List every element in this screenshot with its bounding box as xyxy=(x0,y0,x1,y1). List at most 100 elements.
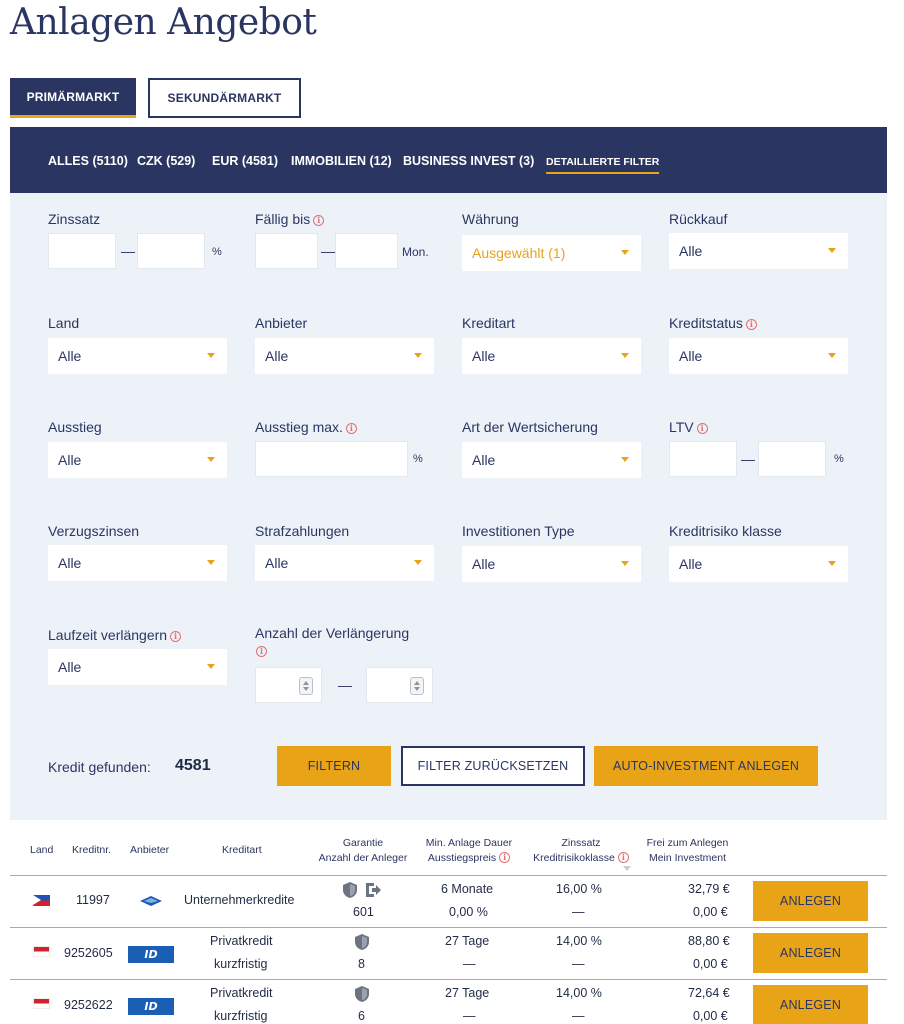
info-icon[interactable]: i xyxy=(313,215,325,226)
waehrung-value: Ausgewählt (1) xyxy=(472,245,566,261)
kreditart-select[interactable]: Alle xyxy=(462,338,641,374)
art-wertsicherung-value: Alle xyxy=(472,452,496,468)
laufzeit-verlaengern-select[interactable]: Alle xyxy=(48,649,227,685)
chevron-down-icon xyxy=(414,353,422,358)
row-divider xyxy=(10,927,887,928)
row-divider xyxy=(10,979,887,980)
column-header-garantie-line1: Garantie xyxy=(342,837,384,849)
kreditart-cell-line2: kurzfristig xyxy=(214,957,268,971)
waehrung-select[interactable]: Ausgewählt (1) xyxy=(462,235,641,271)
spinner-icon[interactable] xyxy=(299,677,313,695)
anbieter-select[interactable]: Alle xyxy=(255,338,434,374)
verzugszinsen-select[interactable]: Alle xyxy=(48,545,227,581)
anzahl-verlaengerung-min-input[interactable] xyxy=(255,667,322,703)
anleger-count: 601 xyxy=(353,905,374,919)
exit-icon xyxy=(366,883,381,897)
anbieter-value: Alle xyxy=(265,348,289,364)
chevron-down-icon xyxy=(621,457,629,462)
investitionen-type-label: Investitionen Type xyxy=(462,523,575,539)
land-select[interactable]: Alle xyxy=(48,338,227,374)
kreditnr-cell[interactable]: 11997 xyxy=(76,893,110,907)
kreditstatus-label: Kreditstatus i xyxy=(669,315,757,331)
kreditrisiko-klasse-select[interactable]: Alle xyxy=(669,546,848,582)
land-value: Alle xyxy=(58,348,82,364)
kreditstatus-select[interactable]: Alle xyxy=(669,338,848,374)
info-icon[interactable]: i xyxy=(499,852,511,863)
frei-cell: 72,64 € xyxy=(688,986,730,1000)
ltv-label: LTV i xyxy=(669,419,708,435)
anlegen-button[interactable]: ANLEGEN xyxy=(753,881,868,921)
zinssatz-unit: % xyxy=(212,246,222,258)
info-icon[interactable]: i xyxy=(170,631,182,642)
info-icon[interactable]: i xyxy=(696,423,708,434)
tab-primaermarkt[interactable]: PRIMÄRMARKT xyxy=(10,78,136,118)
philippines-flag-icon xyxy=(33,895,50,906)
anzahl-verlaengerung-dash: — xyxy=(338,677,352,693)
ltv-label-text: LTV xyxy=(669,419,694,435)
filter-tab-immobilien[interactable]: IMMOBILIEN (12) xyxy=(291,154,392,168)
art-wertsicherung-select[interactable]: Alle xyxy=(462,442,641,478)
verzugszinsen-label: Verzugszinsen xyxy=(48,523,140,539)
faellig-bis-unit: Mon. xyxy=(402,245,429,259)
land-label: Land xyxy=(48,315,80,331)
zinssatz-cell: 14,00 % xyxy=(556,986,602,1000)
filter-tab-eur[interactable]: EUR (4581) xyxy=(212,154,278,168)
rueckkauf-select[interactable]: Alle xyxy=(669,233,848,269)
ausstieg-max-input[interactable] xyxy=(255,441,408,477)
kredit-gefunden-label: Kredit gefunden: xyxy=(48,759,151,775)
tab-sekundaermarkt[interactable]: SEKUNDÄRMARKT xyxy=(148,78,301,118)
info-icon[interactable]: i xyxy=(617,852,629,863)
filter-tab-business-invest[interactable]: BUSINESS INVEST (3) xyxy=(403,154,534,168)
detailed-filter-panel xyxy=(10,193,887,820)
kreditnr-cell[interactable]: 9252622 xyxy=(64,998,113,1012)
anlegen-button[interactable]: ANLEGEN xyxy=(753,933,868,973)
frei-cell: 32,79 € xyxy=(688,882,730,896)
anlegen-button[interactable]: ANLEGEN xyxy=(753,985,868,1024)
shield-icon xyxy=(355,986,369,1002)
ausstieg-label: Ausstieg xyxy=(48,419,102,435)
zinssatz-min-input[interactable] xyxy=(48,233,116,269)
column-header-kreditnr: Kreditnr. xyxy=(72,844,112,856)
indonesia-flag-icon xyxy=(33,946,50,957)
column-header-frei: Frei zum Anlegen Mein Investment xyxy=(640,836,735,866)
zinssatz-max-input[interactable] xyxy=(137,233,205,269)
filtern-button[interactable]: FILTERN xyxy=(277,746,391,786)
spinner-icon[interactable] xyxy=(410,677,424,695)
column-header-zinssatz-line2-text: Kreditrisikoklasse xyxy=(533,852,615,864)
risikoklasse-cell: — xyxy=(572,905,585,919)
investment-cell: 0,00 € xyxy=(693,957,728,971)
ausstieg-select[interactable]: Alle xyxy=(48,442,227,478)
column-header-dauer-line1: Min. Anlage Dauer xyxy=(425,837,513,849)
filter-reset-button[interactable]: FILTER ZURÜCKSETZEN xyxy=(401,746,585,786)
kreditrisiko-klasse-label: Kreditrisiko klasse xyxy=(669,523,782,539)
info-icon[interactable]: i xyxy=(345,423,357,434)
chevron-down-icon xyxy=(828,248,836,253)
kreditnr-cell[interactable]: 9252605 xyxy=(64,946,113,960)
ltv-unit: % xyxy=(834,453,844,465)
investitionen-type-select[interactable]: Alle xyxy=(462,546,641,582)
strafzahlungen-select[interactable]: Alle xyxy=(255,545,434,581)
ausstieg-max-unit: % xyxy=(413,453,423,465)
ltv-max-input[interactable] xyxy=(758,441,826,477)
dauer-cell: 27 Tage xyxy=(445,986,490,1000)
sort-arrow-icon[interactable] xyxy=(623,866,631,871)
anleger-count: 6 xyxy=(358,1009,365,1023)
auto-investment-button[interactable]: AUTO-INVESTMENT ANLEGEN xyxy=(594,746,818,786)
faellig-bis-max-input[interactable] xyxy=(335,233,398,269)
filter-tab-detaillierte-filter[interactable]: DETAILLIERTE FILTER xyxy=(546,156,660,174)
ausstiegspreis-cell: — xyxy=(463,1009,476,1023)
info-icon[interactable]: i xyxy=(745,319,757,330)
anzahl-verlaengerung-max-input[interactable] xyxy=(366,667,433,703)
zinssatz-cell: 16,00 % xyxy=(556,882,602,896)
column-header-zinssatz-line2: Kreditrisikoklasse i xyxy=(525,851,637,866)
filter-tab-alles[interactable]: ALLES (5110) xyxy=(48,154,128,168)
info-icon[interactable]: i xyxy=(256,646,267,657)
dauer-cell: 27 Tage xyxy=(445,934,490,948)
art-wertsicherung-label: Art der Wertsicherung xyxy=(462,419,598,435)
ltv-min-input[interactable] xyxy=(669,441,737,477)
column-header-frei-line1: Frei zum Anlegen xyxy=(646,837,729,849)
filter-tab-czk[interactable]: CZK (529) xyxy=(137,154,195,168)
zinssatz-label: Zinssatz xyxy=(48,211,101,227)
faellig-bis-min-input[interactable] xyxy=(255,233,318,269)
laufzeit-verlaengern-value: Alle xyxy=(58,659,82,675)
